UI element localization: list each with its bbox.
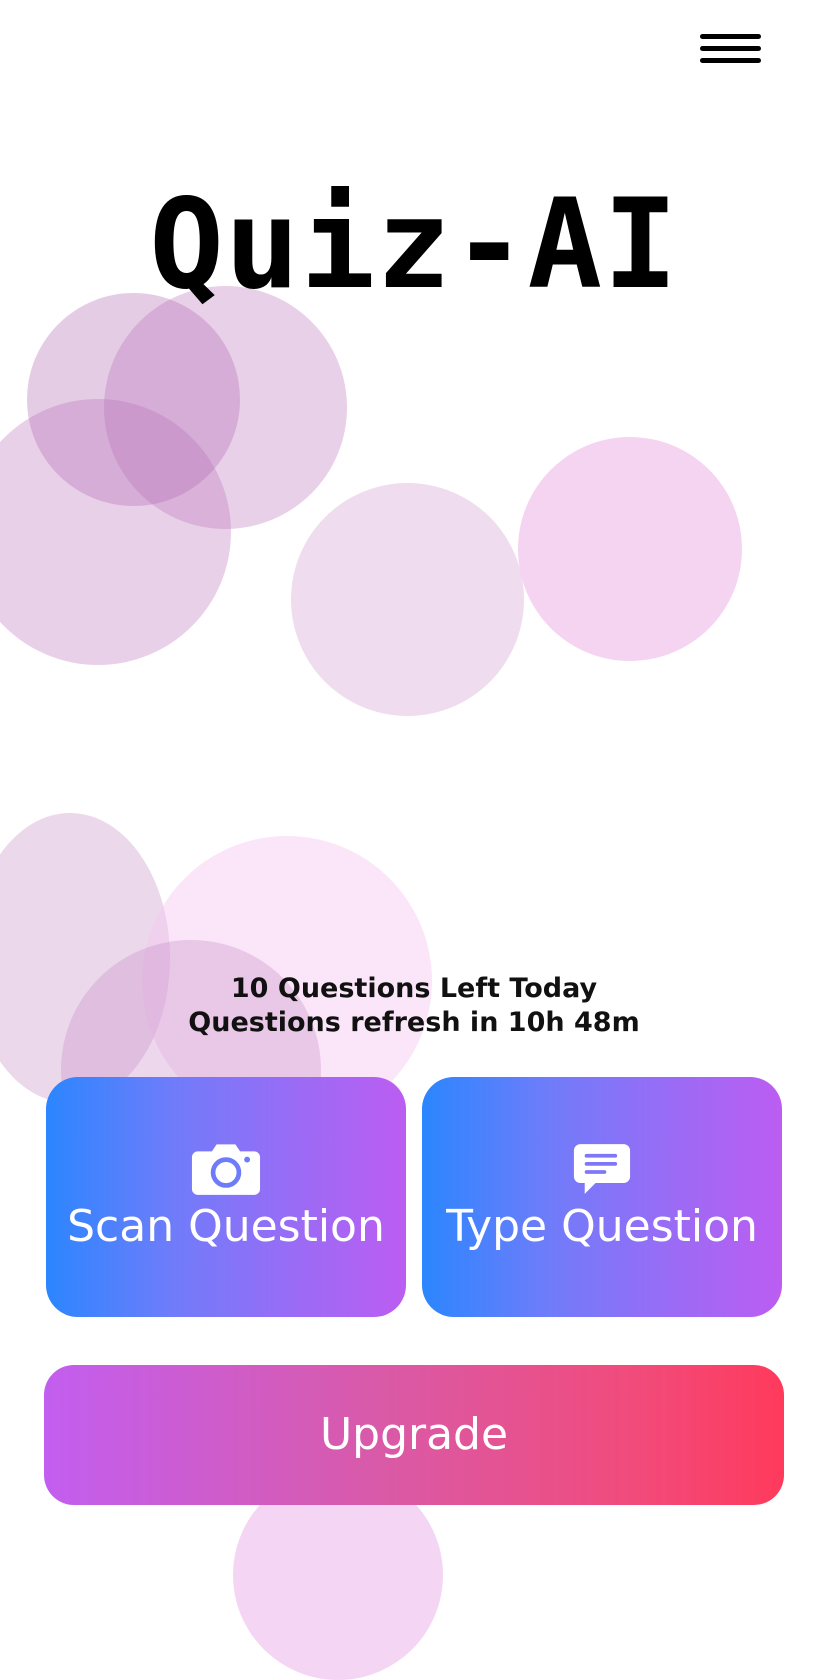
menu-button[interactable] xyxy=(690,28,770,72)
hamburger-menu-icon xyxy=(700,34,761,39)
decorative-bubble xyxy=(291,483,524,716)
type-question-button[interactable]: Type Question xyxy=(422,1077,782,1317)
questions-left-text: 10 Questions Left Today xyxy=(230,973,598,1004)
decorative-bubble xyxy=(27,293,240,506)
app-title: Quiz-AI xyxy=(149,173,679,317)
refresh-timer-text: Questions refresh in 10h 48m xyxy=(188,1007,640,1038)
decorative-bubble xyxy=(104,286,347,529)
decorative-bubble xyxy=(518,437,742,661)
upgrade-button[interactable]: Upgrade xyxy=(44,1365,784,1505)
scan-question-label: Scan Question xyxy=(67,1201,385,1252)
chat-bubble-icon xyxy=(573,1144,631,1194)
camera-icon xyxy=(191,1144,261,1195)
decorative-bubble xyxy=(0,399,231,665)
decorative-bubble xyxy=(0,813,170,1103)
scan-question-button[interactable]: Scan Question xyxy=(46,1077,406,1317)
hamburger-menu-icon xyxy=(700,58,761,63)
hamburger-menu-icon xyxy=(700,46,761,51)
quota-status: 10 Questions Left Today Questions refres… xyxy=(0,972,828,1040)
type-question-label: Type Question xyxy=(446,1201,758,1252)
